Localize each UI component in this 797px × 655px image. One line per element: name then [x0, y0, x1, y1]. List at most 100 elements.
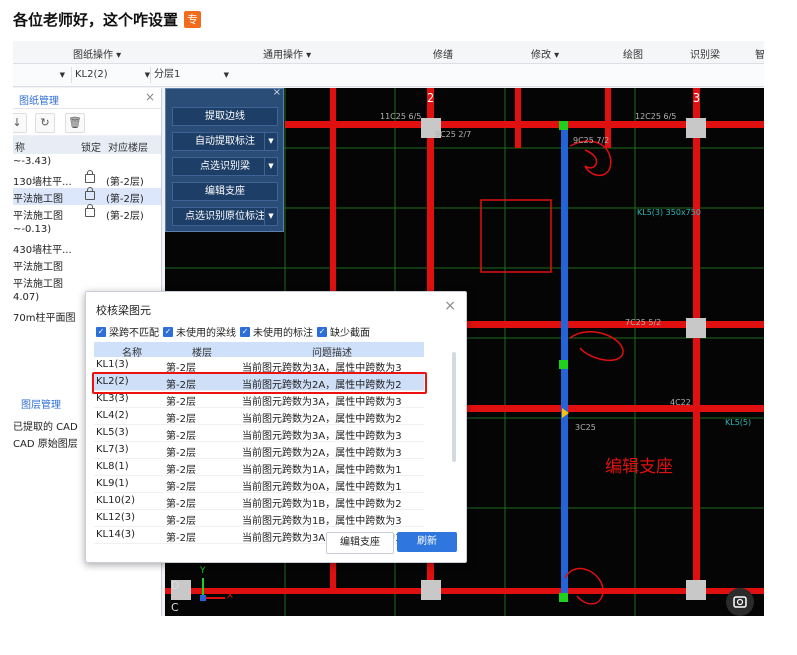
list-item-name: 平法施工图 — [13, 194, 63, 205]
cell-name: KL14(3) — [96, 529, 136, 540]
tab-drawing-manager[interactable]: 图纸管理 — [19, 92, 59, 107]
cell-name: KL12(3) — [96, 512, 136, 523]
chevron-down-icon[interactable]: ▼ — [264, 158, 277, 175]
cell-name: KL10(2) — [96, 495, 136, 506]
extracted-cad-label[interactable]: 已提取的 CAD — [13, 418, 78, 433]
list-item[interactable]: 平法施工图 (第-2层) — [13, 187, 161, 205]
list-item[interactable]: 平法施工图 — [13, 256, 161, 273]
auto-extract-label-button[interactable]: 自动提取标注 ▼ — [172, 132, 278, 151]
corner-label-c: C — [171, 601, 179, 614]
check-unused-label[interactable]: ✓ 未使用的标注 — [240, 324, 313, 339]
check-beam-dialog: 校核梁图元 × ✓ 梁跨不匹配 ✓ 未使用的梁线 ✓ 未使用的标注 ✓ 缺少截面 名称 … — [85, 291, 467, 563]
checkbox-icon[interactable]: ✓ — [240, 326, 250, 337]
expand-icon[interactable]: ↓ — [13, 113, 27, 133]
edit-support-label: 编辑支座 — [205, 186, 245, 197]
cell-name: KL1(3) — [96, 359, 129, 370]
close-icon[interactable]: × — [145, 90, 155, 104]
check-label: 未使用的梁线 — [176, 328, 236, 339]
check-missing-section[interactable]: ✓ 缺少截面 — [317, 324, 370, 339]
cell-floor: 第-2层 — [166, 431, 196, 442]
pick-identify-beam-button[interactable]: 点选识别梁 ▼ — [172, 157, 278, 176]
cell-desc: 当前图元跨数为2A，属性中跨数为3 — [242, 448, 402, 459]
cell-name: KL8(1) — [96, 461, 129, 472]
floor-select[interactable]: ▼ — [15, 67, 65, 83]
cell-desc: 当前图元跨数为1B，属性中跨数为3 — [242, 516, 402, 527]
beam-select[interactable]: KL2(2) ▼ — [71, 67, 150, 83]
menu-repair[interactable]: 修缮 — [433, 46, 453, 61]
refresh-button[interactable]: 刷新 — [397, 532, 457, 552]
list-item[interactable]: 130墙柱平... (第-2层) — [13, 170, 161, 188]
layer-select-value: 分层1 — [154, 69, 181, 80]
check-label: 缺少截面 — [330, 328, 370, 339]
checkbox-icon[interactable]: ✓ — [317, 326, 327, 337]
table-row[interactable]: KL8(1) 第-2层 当前图元跨数为1A，属性中跨数为1 — [94, 459, 424, 476]
cell-floor: 第-2层 — [166, 448, 196, 459]
camera-icon[interactable] — [726, 588, 754, 616]
trash-icon[interactable]: 🗑 — [65, 113, 85, 133]
table-row[interactable]: KL7(3) 第-2层 当前图元跨数为2A，属性中跨数为3 — [94, 442, 424, 459]
list-item[interactable]: ~-3.43) — [13, 154, 161, 171]
edit-support-button[interactable]: 编辑支座 — [172, 182, 278, 201]
edit-support-annotation: 编辑支座 — [605, 457, 673, 477]
checkbox-icon[interactable]: ✓ — [163, 326, 173, 337]
layer-select[interactable]: 分层1 ▼ — [150, 67, 229, 83]
list-item-name: 70m柱平面图 — [13, 313, 76, 324]
check-unused-beam-line[interactable]: ✓ 未使用的梁线 — [163, 324, 236, 339]
table-row[interactable]: KL12(3) 第-2层 当前图元跨数为1B，属性中跨数为3 — [94, 510, 424, 527]
tab-layer-manager[interactable]: 图层管理 — [21, 396, 61, 411]
edit-support-button[interactable]: 编辑支座 — [326, 532, 394, 554]
cell-desc: 当前图元跨数为3A，属性中跨数为3 — [242, 397, 402, 408]
chevron-down-icon[interactable]: ▼ — [264, 208, 277, 225]
expert-badge: 专 — [184, 11, 202, 28]
menu-drawing-ops[interactable]: 图纸操作 ▾ — [73, 46, 121, 61]
extract-edge-button[interactable]: 提取边线 — [172, 107, 278, 126]
cell-name: KL7(3) — [96, 444, 129, 455]
table-row[interactable]: KL9(1) 第-2层 当前图元跨数为0A，属性中跨数为1 — [94, 476, 424, 493]
list-item[interactable]: 430墙柱平... — [13, 239, 161, 256]
menu-general-ops[interactable]: 通用操作 ▾ — [263, 46, 311, 61]
extract-edge-label: 提取边线 — [205, 111, 245, 122]
cad-text: KL5(5) — [725, 418, 752, 427]
table-row[interactable]: KL5(3) 第-2层 当前图元跨数为3A，属性中跨数为3 — [94, 425, 424, 442]
col-name: 称 — [15, 143, 25, 154]
list-item-name: ~-0.13) — [13, 224, 52, 235]
list-item-floor: (第-2层) — [106, 177, 144, 188]
cad-text: 3C25 — [575, 423, 596, 432]
table-row[interactable]: KL10(2) 第-2层 当前图元跨数为1B，属性中跨数为2 — [94, 493, 424, 510]
check-span-mismatch[interactable]: ✓ 梁跨不匹配 — [96, 324, 159, 339]
menu-smart[interactable]: 智 — [755, 46, 764, 61]
table-row[interactable]: KL4(2) 第-2层 当前图元跨数为2A，属性中跨数为2 — [94, 408, 424, 425]
list-item[interactable]: 平法施工图 — [13, 273, 161, 290]
beam-select-value: KL2(2) — [75, 69, 108, 80]
close-icon[interactable]: × — [444, 298, 456, 314]
list-item-name: 130墙柱平... — [13, 177, 72, 188]
question-title: 各位老师好，这个咋设置 专 — [13, 9, 202, 30]
cell-floor: 第-2层 — [166, 516, 196, 527]
lock-icon[interactable] — [85, 170, 95, 183]
close-icon[interactable]: × — [273, 87, 281, 98]
cell-floor: 第-2层 — [166, 482, 196, 493]
list-item-name: ~-3.43) — [13, 156, 52, 167]
axis-label-3: 3 — [693, 91, 701, 105]
menu-modify[interactable]: 修改 ▾ — [531, 46, 559, 61]
cad-original-label[interactable]: CAD 原始图层 — [13, 435, 78, 450]
scrollbar[interactable] — [452, 352, 456, 462]
issue-table-header: 名称 楼层 问题描述 — [94, 342, 424, 359]
lock-icon[interactable] — [85, 187, 95, 200]
checkbox-icon[interactable]: ✓ — [96, 326, 106, 337]
refresh-icon[interactable]: ↻ — [35, 113, 55, 133]
list-item[interactable]: 平法施工图 (第-2层) — [13, 204, 161, 222]
menu-identify-beam[interactable]: 识别梁 — [690, 46, 720, 61]
cell-floor: 第-2层 — [166, 397, 196, 408]
menu-draw[interactable]: 绘图 — [623, 46, 643, 61]
col-lock: 锁定 — [81, 143, 101, 154]
list-item-name: 4.07) — [13, 292, 40, 303]
cell-name: KL5(3) — [96, 427, 129, 438]
cell-floor: 第-2层 — [166, 465, 196, 476]
cad-text: KL5(3) 350x750 — [637, 208, 701, 217]
pick-identify-inplace-label-button[interactable]: 点选识别原位标注 ▼ — [172, 207, 278, 226]
question-title-text: 各位老师好，这个咋设置 — [13, 11, 179, 29]
chevron-down-icon[interactable]: ▼ — [264, 133, 277, 150]
list-item[interactable]: ~-0.13) — [13, 222, 161, 239]
lock-icon[interactable] — [85, 204, 95, 217]
